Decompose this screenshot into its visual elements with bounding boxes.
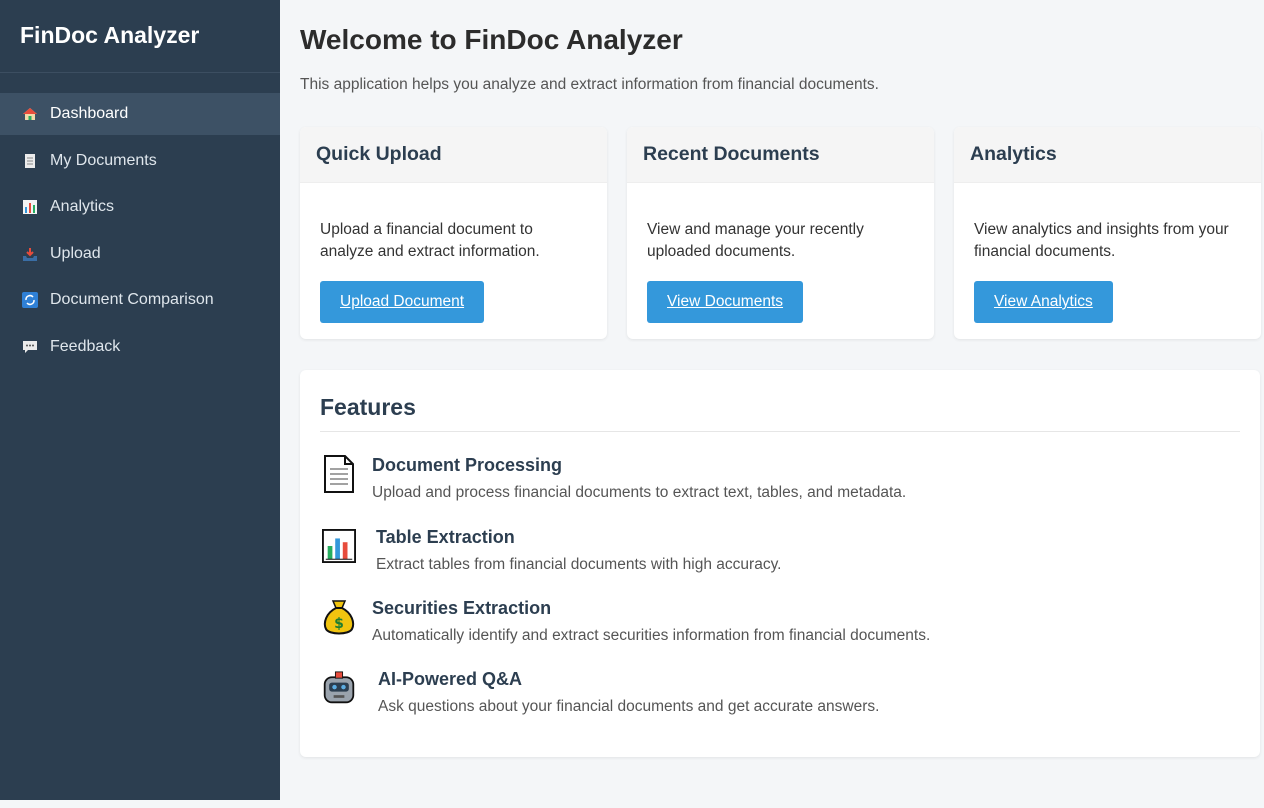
sidebar-item-feedback[interactable]: Feedback [0,326,280,368]
brand-title: FinDoc Analyzer [20,21,200,48]
svg-text:$: $ [334,616,344,632]
sidebar-item-upload[interactable]: Upload [0,233,280,275]
card-text: Upload a financial document to analyze a… [320,221,540,260]
feature-title: Document Processing [372,455,563,475]
sidebar-item-label: Feedback [50,337,121,355]
refresh-icon [22,292,38,309]
feature-text: Automatically identify and extract secur… [372,627,931,644]
intro-text: This application helps you analyze and e… [300,76,879,93]
view-analytics-button[interactable]: View Analytics [974,281,1113,323]
card-header: Quick Upload [300,127,607,183]
card-header: Analytics [954,127,1261,183]
quick-upload-card: Quick Upload Upload a financial document… [300,127,607,339]
analytics-card: Analytics View analytics and insights fr… [954,127,1261,339]
speech-bubble-icon [22,339,38,355]
sidebar-item-label: Analytics [50,198,115,216]
money-bag-icon: $ [322,597,356,637]
page-icon [322,454,356,494]
card-body: Upload a financial document to analyze a… [300,183,607,323]
bar-chart-icon [22,199,38,215]
card-text: View and manage your recently uploaded d… [647,221,864,260]
feature-title: Securities Extraction [372,598,552,618]
inbox-tray-icon [22,246,38,262]
feature-title: AI-Powered Q&A [378,669,523,689]
recent-documents-card: Recent Documents View and manage your re… [627,127,934,339]
upload-document-button[interactable]: Upload Document [320,281,485,323]
chart-icon [322,526,356,566]
feature-text: Ask questions about your financial docum… [378,698,880,715]
card-header: Recent Documents [627,127,934,183]
robot-icon [322,668,356,708]
feature-title: Table Extraction [376,527,515,547]
card-text: View analytics and insights from your fi… [974,221,1229,260]
sidebar-item-document-comparison[interactable]: Document Comparison [0,279,280,321]
feature-text: Upload and process financial documents t… [372,484,907,501]
feature-document-processing: Document Processing Upload and process f… [322,454,906,502]
view-documents-button[interactable]: View Documents [647,281,804,323]
sidebar-item-analytics[interactable]: Analytics [0,186,280,228]
sidebar-item-dashboard[interactable]: Dashboard [0,93,280,135]
brand: FinDoc Analyzer [0,0,280,73]
house-icon [22,106,38,122]
sidebar-nav: Dashboard My Documents Analytics Upload … [0,93,280,368]
card-title: Analytics [970,143,1057,165]
sidebar-item-label: My Documents [50,151,157,169]
document-icon [22,153,38,169]
card-title: Recent Documents [643,143,820,165]
features-title: Features [320,394,416,420]
sidebar-item-label: Upload [50,244,101,262]
sidebar-item-label: Dashboard [50,105,129,122]
features-panel: Features Document Processing Upload and … [300,370,1260,757]
sidebar-item-my-documents[interactable]: My Documents [0,140,280,182]
feature-ai-qa: AI-Powered Q&A Ask questions about your … [322,668,879,716]
card-title: Quick Upload [316,143,442,165]
feature-text: Extract tables from financial documents … [376,556,782,573]
sidebar-item-label: Document Comparison [50,291,214,309]
page-title: Welcome to FinDoc Analyzer [300,24,683,55]
sidebar: FinDoc Analyzer Dashboard My Documents A… [0,0,280,800]
feature-table-extraction: Table Extraction Extract tables from fin… [322,526,781,574]
feature-securities-extraction: $ Securities Extraction Automatically id… [322,597,930,645]
card-body: View analytics and insights from your fi… [954,183,1261,323]
divider [320,431,1240,432]
card-body: View and manage your recently uploaded d… [627,183,934,323]
